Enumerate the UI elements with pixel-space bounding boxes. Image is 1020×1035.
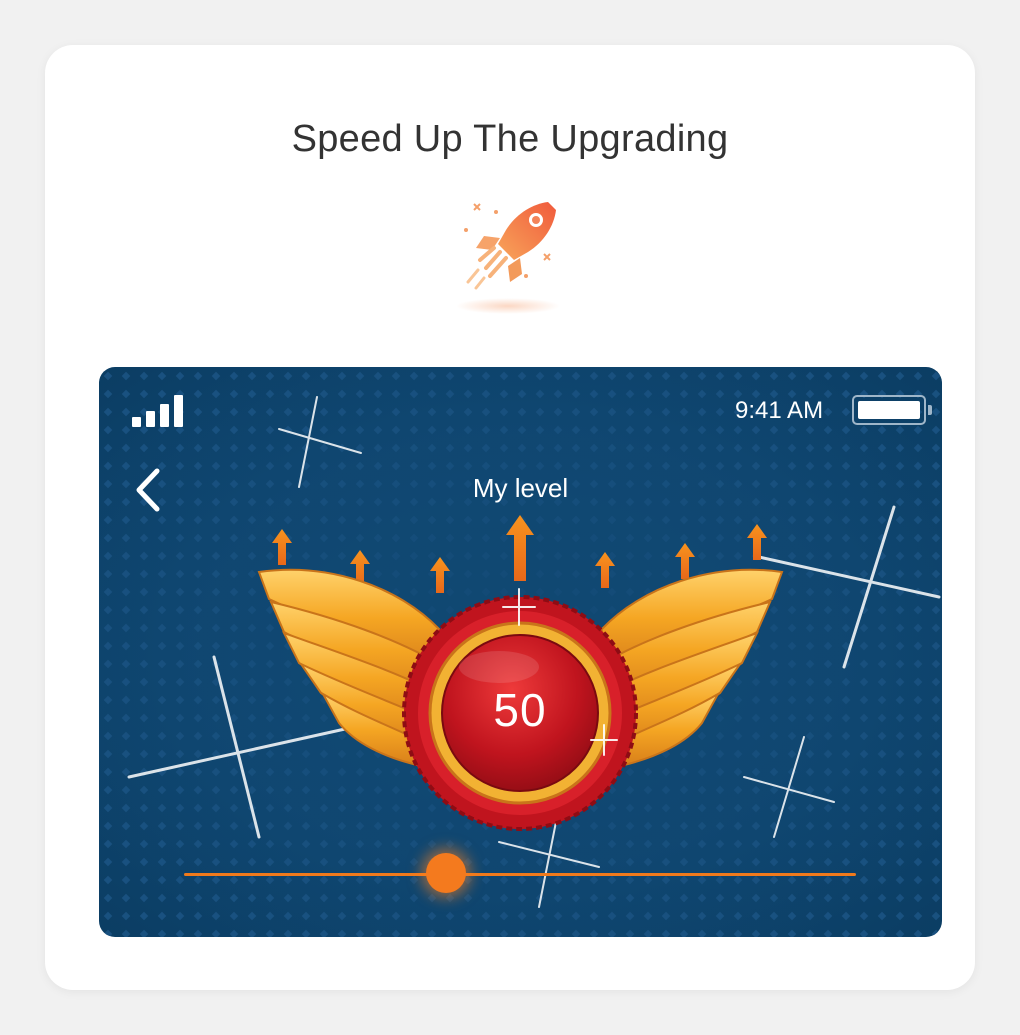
rocket-icon — [456, 202, 560, 314]
level-number: 50 — [493, 684, 547, 736]
phone-screen: 9:41 AM My level 50 — [99, 367, 942, 937]
slider-thumb[interactable] — [426, 853, 467, 893]
level-progress-slider[interactable] — [184, 851, 856, 899]
page-heading: Speed Up The Upgrading — [291, 118, 729, 160]
slider-track — [184, 873, 856, 876]
